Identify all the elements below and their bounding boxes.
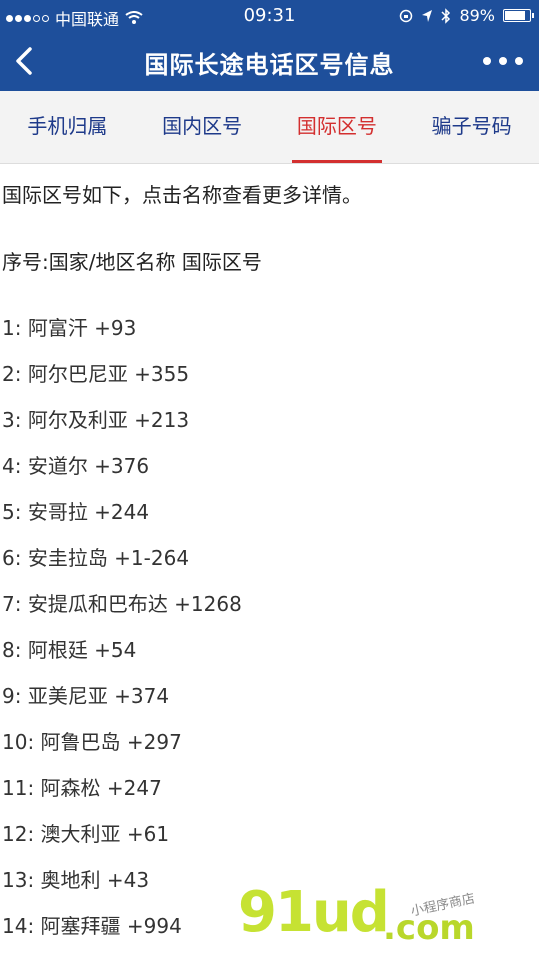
tab-scam-numbers[interactable]: 骗子号码	[404, 91, 539, 163]
battery-percent: 89%	[459, 6, 495, 25]
intro-text: 国际区号如下，点击名称查看更多详情。	[2, 183, 362, 207]
more-menu-button[interactable]	[483, 48, 523, 74]
page-title: 国际长途电话区号信息	[144, 51, 395, 79]
navbar: 国际长途电话区号信息	[0, 32, 539, 91]
list-item[interactable]: 14: 阿塞拜疆 +994	[2, 911, 537, 957]
app-screen: 中国联通 09:31 89% 国际长途电话区号信息 手机归属 国内区号 国际区号…	[0, 0, 539, 960]
tab-phone-attribution[interactable]: 手机归属	[0, 91, 135, 163]
battery-icon	[503, 9, 534, 22]
more-dot-icon	[515, 57, 523, 65]
column-header: 序号:国家/地区名称 国际区号	[2, 250, 262, 274]
list-item[interactable]: 11: 阿森松 +247	[2, 773, 537, 819]
bluetooth-icon	[441, 7, 451, 24]
more-dot-icon	[483, 57, 491, 65]
tab-domestic-code[interactable]: 国内区号	[135, 91, 270, 163]
list-item[interactable]: 7: 安提瓜和巴布达 +1268	[2, 589, 537, 635]
list-item[interactable]: 12: 澳大利亚 +61	[2, 819, 537, 865]
list-item[interactable]: 5: 安哥拉 +244	[2, 497, 537, 543]
main-content: 国际区号如下，点击名称查看更多详情。 序号:国家/地区名称 国际区号 1: 阿富…	[2, 163, 537, 957]
list-item[interactable]: 10: 阿鲁巴岛 +297	[2, 727, 537, 773]
status-right: 89%	[399, 6, 534, 25]
list-item[interactable]: 1: 阿富汗 +93	[2, 313, 537, 359]
tab-bar: 手机归属 国内区号 国际区号 骗子号码	[0, 91, 539, 164]
list-item[interactable]: 2: 阿尔巴尼亚 +355	[2, 359, 537, 405]
list-item[interactable]: 13: 奥地利 +43	[2, 865, 537, 911]
orientation-lock-icon	[400, 9, 413, 22]
list-item[interactable]: 8: 阿根廷 +54	[2, 635, 537, 681]
header: 中国联通 09:31 89% 国际长途电话区号信息	[0, 0, 539, 91]
list-item[interactable]: 4: 安道尔 +376	[2, 451, 537, 497]
more-dot-icon	[499, 57, 507, 65]
status-bar: 中国联通 09:31 89%	[0, 0, 539, 32]
location-icon	[422, 9, 433, 22]
list-item[interactable]: 3: 阿尔及利亚 +213	[2, 405, 537, 451]
country-code-list: 1: 阿富汗 +93 2: 阿尔巴尼亚 +355 3: 阿尔及利亚 +213 4…	[2, 313, 537, 957]
list-item[interactable]: 9: 亚美尼亚 +374	[2, 681, 537, 727]
list-item[interactable]: 6: 安圭拉岛 +1-264	[2, 543, 537, 589]
tab-international-code[interactable]: 国际区号	[270, 91, 405, 163]
